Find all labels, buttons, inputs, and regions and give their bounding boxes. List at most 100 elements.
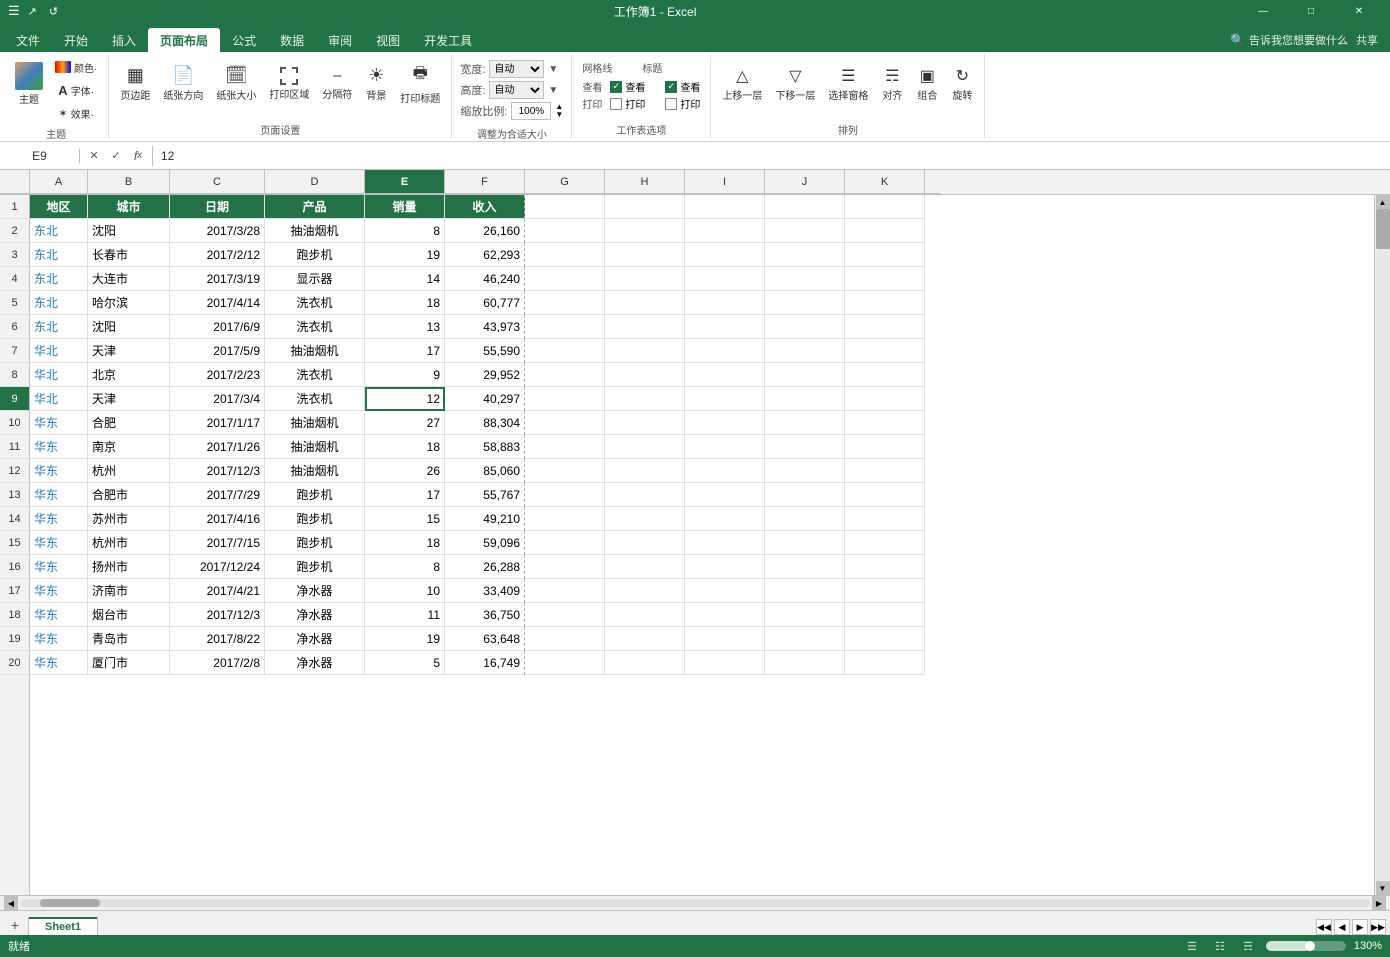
cell-e18[interactable]: 11: [365, 603, 445, 627]
cell-k8[interactable]: [845, 363, 925, 387]
row-header-18[interactable]: 18: [0, 603, 29, 627]
headings-view-box[interactable]: ✓: [665, 81, 677, 93]
cell-a17[interactable]: 华东: [30, 579, 88, 603]
cell-h14[interactable]: [605, 507, 685, 531]
font-btn[interactable]: A 字体·: [50, 79, 102, 101]
cell-g10[interactable]: [525, 411, 605, 435]
cell-b3[interactable]: 长春市: [88, 243, 170, 267]
scroll-thumb-v[interactable]: [1376, 209, 1390, 249]
scroll-thumb-h[interactable]: [40, 899, 100, 907]
cell-a20[interactable]: 华东: [30, 651, 88, 675]
cell-g1[interactable]: [525, 195, 605, 219]
cell-f15[interactable]: 59,096: [445, 531, 525, 555]
cell-b19[interactable]: 青岛市: [88, 627, 170, 651]
cell-e12[interactable]: 26: [365, 459, 445, 483]
col-header-k[interactable]: K: [845, 170, 925, 194]
cell-g17[interactable]: [525, 579, 605, 603]
page-break-view-btn[interactable]: ☴: [1238, 938, 1258, 954]
tab-review[interactable]: 审阅: [316, 28, 364, 52]
cell-h13[interactable]: [605, 483, 685, 507]
cell-b13[interactable]: 合肥市: [88, 483, 170, 507]
cell-h16[interactable]: [605, 555, 685, 579]
col-header-e[interactable]: E: [365, 170, 445, 194]
cell-f13[interactable]: 55,767: [445, 483, 525, 507]
cell-c4[interactable]: 2017/3/19: [170, 267, 265, 291]
cell-c18[interactable]: 2017/12/3: [170, 603, 265, 627]
row-header-19[interactable]: 19: [0, 627, 29, 651]
tab-home[interactable]: 开始: [52, 28, 100, 52]
cell-k3[interactable]: [845, 243, 925, 267]
cell-i5[interactable]: [685, 291, 765, 315]
cell-f12[interactable]: 85,060: [445, 459, 525, 483]
cell-b15[interactable]: 杭州市: [88, 531, 170, 555]
cell-f2[interactable]: 26,160: [445, 219, 525, 243]
col-header-b[interactable]: B: [88, 170, 170, 194]
selection-pane-btn[interactable]: ☰ 选择窗格: [823, 56, 873, 111]
bring-forward-btn[interactable]: △ 上移一层: [717, 56, 767, 111]
cell-i17[interactable]: [685, 579, 765, 603]
cell-c15[interactable]: 2017/7/15: [170, 531, 265, 555]
cell-b7[interactable]: 天津: [88, 339, 170, 363]
scroll-left-btn[interactable]: ◀: [4, 896, 18, 910]
cell-d9[interactable]: 洗衣机: [265, 387, 365, 411]
cell-c5[interactable]: 2017/4/14: [170, 291, 265, 315]
cell-e5[interactable]: 18: [365, 291, 445, 315]
cell-j10[interactable]: [765, 411, 845, 435]
sheet-nav-first[interactable]: ◀◀: [1316, 919, 1332, 935]
cell-k17[interactable]: [845, 579, 925, 603]
cell-f7[interactable]: 55,590: [445, 339, 525, 363]
cell-h7[interactable]: [605, 339, 685, 363]
row-header-9[interactable]: 9: [0, 387, 29, 411]
cell-j14[interactable]: [765, 507, 845, 531]
row-header-17[interactable]: 17: [0, 579, 29, 603]
tab-developer[interactable]: 开发工具: [412, 28, 484, 52]
cell-j16[interactable]: [765, 555, 845, 579]
col-header-h[interactable]: H: [605, 170, 685, 194]
cell-k7[interactable]: [845, 339, 925, 363]
cell-h15[interactable]: [605, 531, 685, 555]
cell-c9[interactable]: 2017/3/4: [170, 387, 265, 411]
cell-d16[interactable]: 跑步机: [265, 555, 365, 579]
cell-k12[interactable]: [845, 459, 925, 483]
cell-e2[interactable]: 8: [365, 219, 445, 243]
cell-g18[interactable]: [525, 603, 605, 627]
cell-h2[interactable]: [605, 219, 685, 243]
cell-a10[interactable]: 华东: [30, 411, 88, 435]
scroll-right-btn[interactable]: ▶: [1372, 896, 1386, 910]
cell-d14[interactable]: 跑步机: [265, 507, 365, 531]
cell-d7[interactable]: 抽油烟机: [265, 339, 365, 363]
cell-a5[interactable]: 东北: [30, 291, 88, 315]
col-header-c[interactable]: C: [170, 170, 265, 194]
cell-c7[interactable]: 2017/5/9: [170, 339, 265, 363]
cell-d1[interactable]: 产品: [265, 195, 365, 219]
cell-d5[interactable]: 洗衣机: [265, 291, 365, 315]
cell-b17[interactable]: 济南市: [88, 579, 170, 603]
cell-g16[interactable]: [525, 555, 605, 579]
cell-i19[interactable]: [685, 627, 765, 651]
cell-j18[interactable]: [765, 603, 845, 627]
cell-d17[interactable]: 净水器: [265, 579, 365, 603]
col-header-j[interactable]: J: [765, 170, 845, 194]
cell-g20[interactable]: [525, 651, 605, 675]
cell-g4[interactable]: [525, 267, 605, 291]
cell-k6[interactable]: [845, 315, 925, 339]
cell-b5[interactable]: 哈尔滨: [88, 291, 170, 315]
cell-a14[interactable]: 华东: [30, 507, 88, 531]
tab-insert[interactable]: 插入: [100, 28, 148, 52]
cell-b1[interactable]: 城市: [88, 195, 170, 219]
zoom-slider[interactable]: [1266, 941, 1346, 951]
cell-g5[interactable]: [525, 291, 605, 315]
row-header-16[interactable]: 16: [0, 555, 29, 579]
scale-spinner[interactable]: ▲ ▼: [555, 103, 563, 119]
cell-k13[interactable]: [845, 483, 925, 507]
cell-a15[interactable]: 华东: [30, 531, 88, 555]
cell-h12[interactable]: [605, 459, 685, 483]
cell-e19[interactable]: 19: [365, 627, 445, 651]
orientation-btn[interactable]: 📄 纸张方向: [158, 56, 208, 111]
row-header-13[interactable]: 13: [0, 483, 29, 507]
cell-e14[interactable]: 15: [365, 507, 445, 531]
cell-d4[interactable]: 显示器: [265, 267, 365, 291]
cell-c20[interactable]: 2017/2/8: [170, 651, 265, 675]
cell-h9[interactable]: [605, 387, 685, 411]
cell-c12[interactable]: 2017/12/3: [170, 459, 265, 483]
